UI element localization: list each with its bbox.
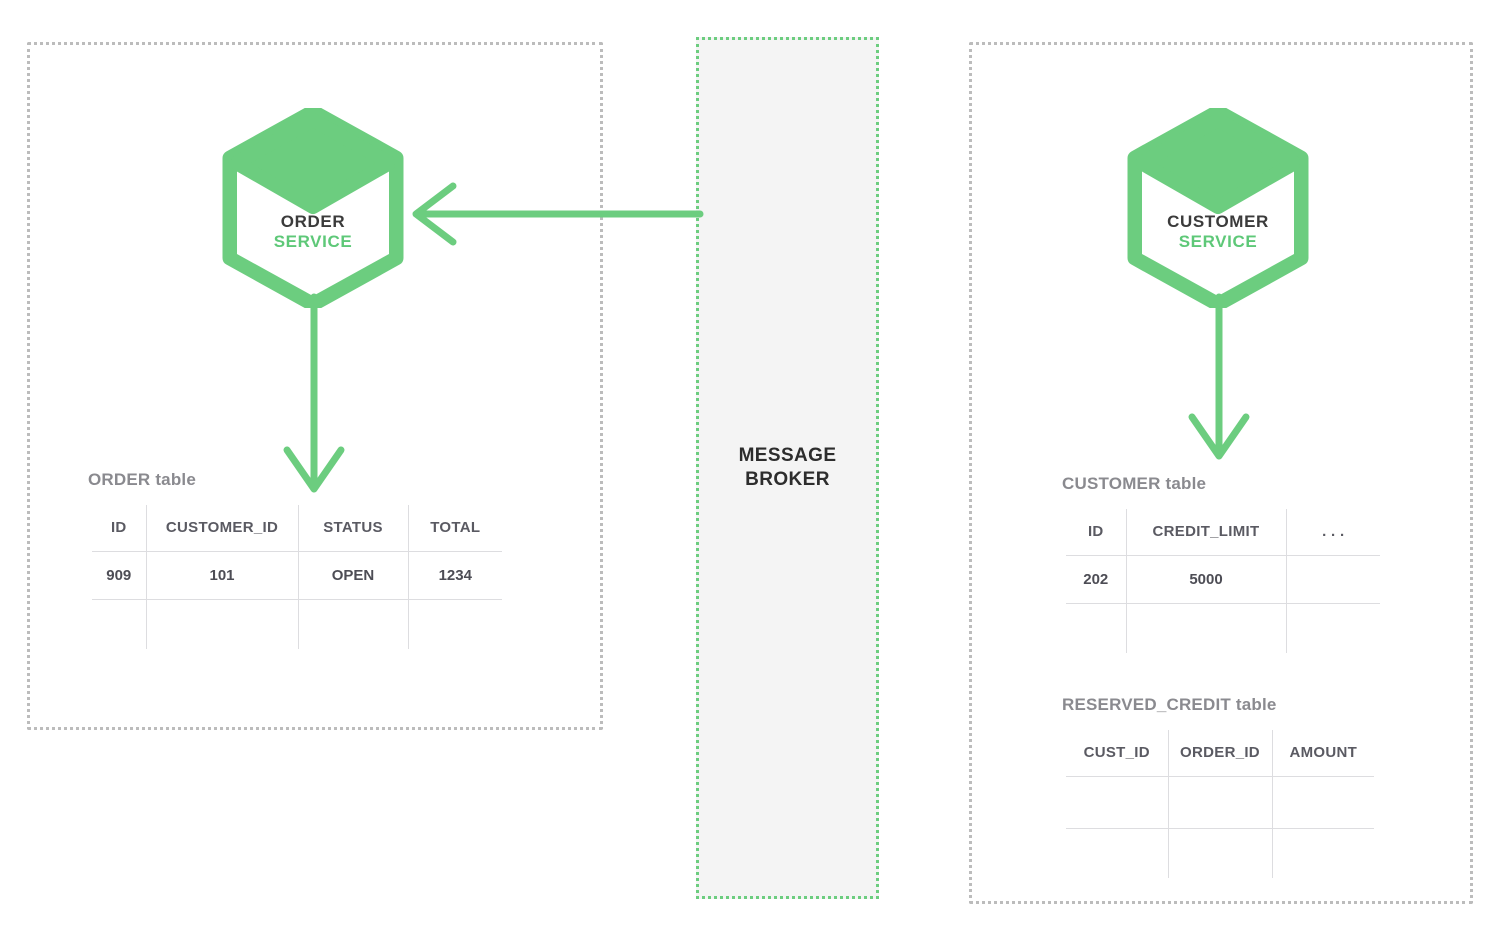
reserved-credit-table-block: RESERVED_CREDIT table CUST_ID ORDER_ID A… xyxy=(1062,695,1378,882)
table-cell xyxy=(407,598,502,649)
table-header-cell: ID xyxy=(1066,509,1127,556)
table-header-cell: ORDER_ID xyxy=(1167,730,1273,777)
table-header-row: CUST_ID ORDER_ID AMOUNT xyxy=(1066,730,1374,777)
order-table-block: ORDER table ID CUSTOMER_ID STATUS TOTAL … xyxy=(88,470,506,653)
reserved-credit-table-caption: RESERVED_CREDIT table xyxy=(1062,695,1277,714)
arrow-order-service-to-order-table xyxy=(283,293,345,493)
customer-service-node: CUSTOMER SERVICE xyxy=(1123,108,1313,308)
table-cell xyxy=(1125,602,1287,653)
reserved-credit-table: CUST_ID ORDER_ID AMOUNT xyxy=(1062,726,1378,882)
message-broker: MESSAGE BROKER xyxy=(696,37,879,899)
hexagon-cube-icon xyxy=(1127,108,1309,308)
table-cell xyxy=(145,598,299,649)
table-cell: 1234 xyxy=(407,550,502,600)
table-header-cell: TOTAL xyxy=(407,505,502,552)
table-cell xyxy=(92,598,147,649)
customer-table-caption: CUSTOMER table xyxy=(1062,474,1207,493)
customer-table-block: CUSTOMER table ID CREDIT_LIMIT . . . 202… xyxy=(1062,474,1384,657)
table-cell xyxy=(1271,827,1374,878)
table-cell xyxy=(297,598,409,649)
table-row xyxy=(1066,602,1380,653)
table-row xyxy=(92,598,502,649)
table-cell: OPEN xyxy=(297,550,409,600)
table-header-cell-ellipsis: . . . xyxy=(1285,509,1380,556)
table-cell xyxy=(1066,827,1169,878)
table-cell xyxy=(1066,775,1169,829)
order-table: ID CUSTOMER_ID STATUS TOTAL 909 101 OPEN… xyxy=(88,501,506,653)
table-row xyxy=(1066,775,1374,829)
table-cell xyxy=(1271,775,1374,829)
table-header-cell: CUST_ID xyxy=(1066,730,1169,777)
order-table-caption: ORDER table xyxy=(88,470,196,489)
arrow-customer-service-to-customer-table xyxy=(1188,293,1250,460)
table-row: 202 5000 xyxy=(1066,554,1380,604)
table-cell xyxy=(1285,602,1380,653)
order-service-node: ORDER SERVICE xyxy=(218,108,408,308)
table-header-row: ID CUSTOMER_ID STATUS TOTAL xyxy=(92,505,502,552)
table-cell: 909 xyxy=(92,550,147,600)
arrow-broker-to-order-service xyxy=(412,182,704,246)
table-cell xyxy=(1066,602,1127,653)
table-cell xyxy=(1167,827,1273,878)
table-row: 909 101 OPEN 1234 xyxy=(92,550,502,600)
table-header-cell: STATUS xyxy=(297,505,409,552)
table-cell: 101 xyxy=(145,550,299,600)
table-header-cell: ID xyxy=(92,505,147,552)
table-header-cell: AMOUNT xyxy=(1271,730,1374,777)
customer-table: ID CREDIT_LIMIT . . . 202 5000 xyxy=(1062,505,1384,657)
table-cell: 5000 xyxy=(1125,554,1287,604)
hexagon-cube-icon xyxy=(222,108,404,308)
diagram-canvas: MESSAGE BROKER ORDER SERVICE CUSTOMER SE… xyxy=(0,0,1500,927)
table-cell xyxy=(1285,554,1380,604)
table-header-row: ID CREDIT_LIMIT . . . xyxy=(1066,509,1380,556)
message-broker-label: MESSAGE BROKER xyxy=(738,444,837,490)
table-header-cell: CUSTOMER_ID xyxy=(145,505,299,552)
table-row xyxy=(1066,827,1374,878)
table-cell xyxy=(1167,775,1273,829)
table-header-cell: CREDIT_LIMIT xyxy=(1125,509,1287,556)
table-cell: 202 xyxy=(1066,554,1127,604)
